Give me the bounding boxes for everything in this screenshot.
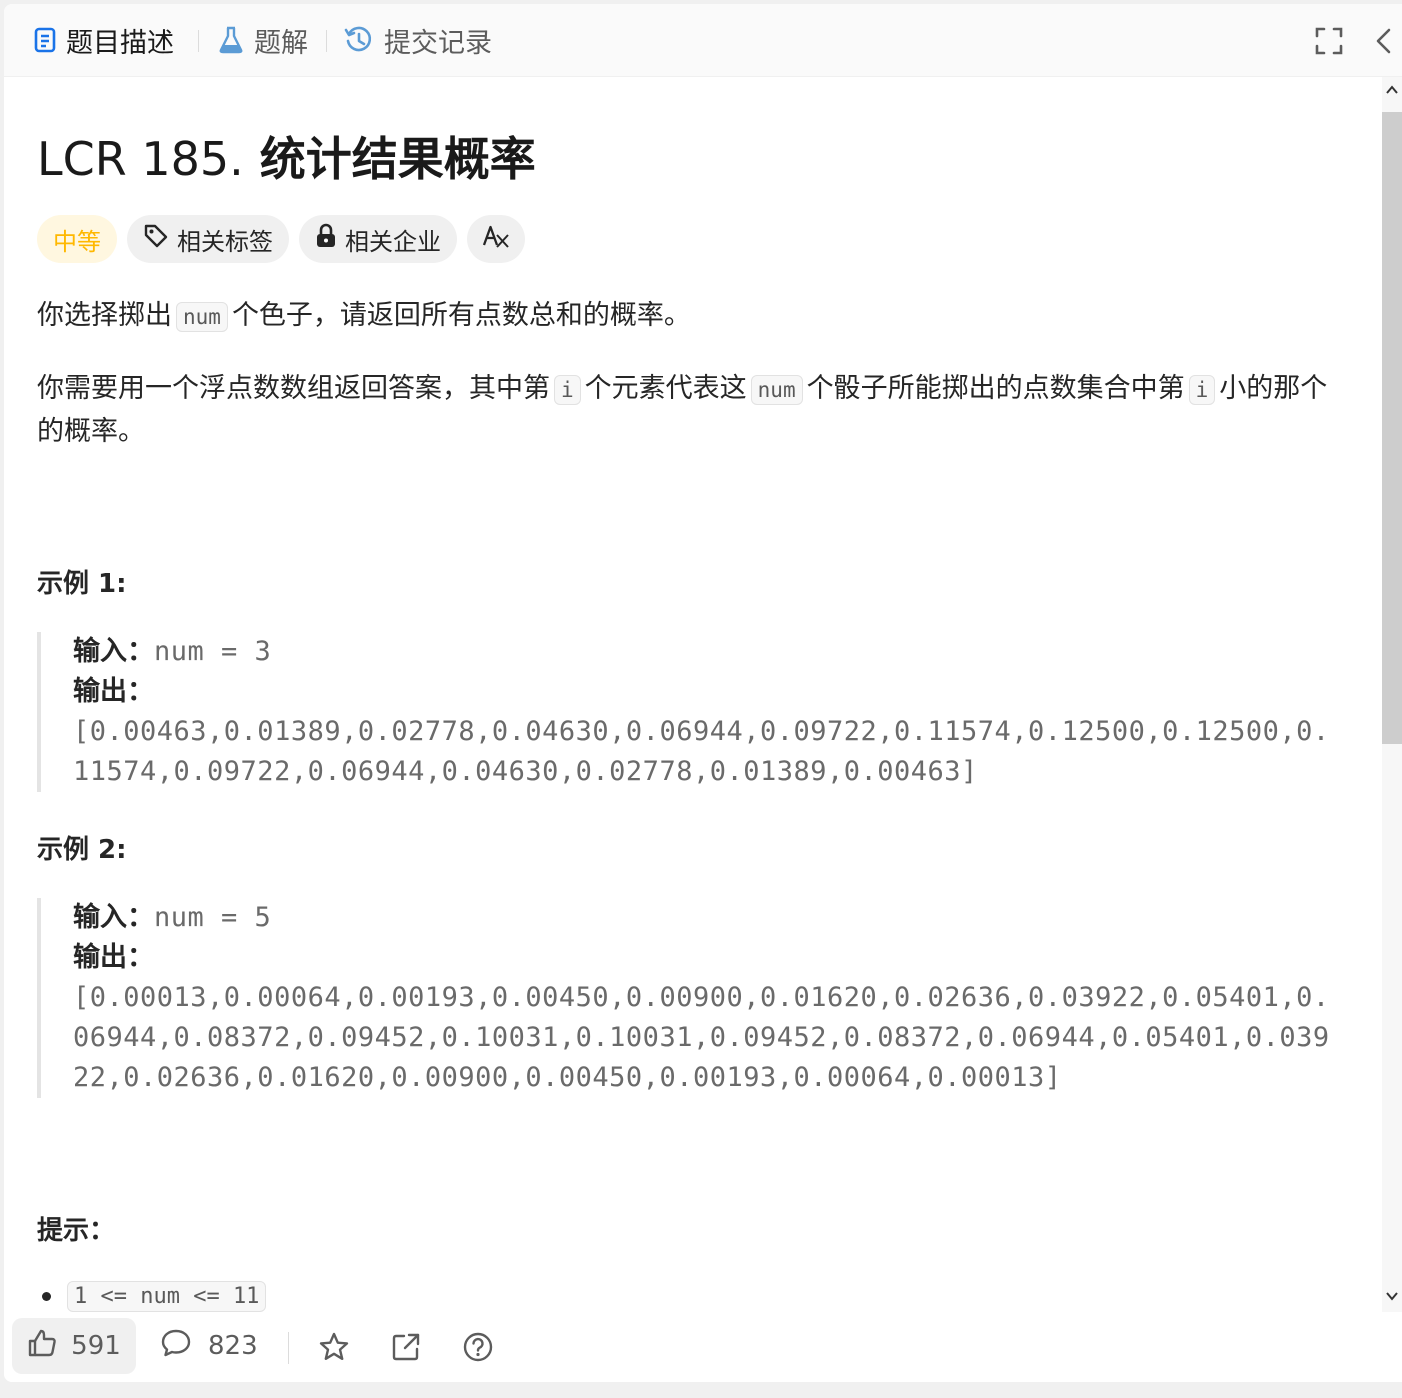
like-button[interactable]: 591 [12, 1318, 136, 1374]
description-paragraph: 你需要用一个浮点数数组返回答案，其中第 i 个元素代表这 num 个骰子所能掷出的点数集… [37, 368, 1347, 453]
problem-content[interactable]: LCR 185. 统计结果概率 中等 相关标签 相关企业 你选择掷出 num 个… [4, 77, 1382, 1312]
tab-submissions[interactable]: 提交记录 [344, 22, 492, 59]
fullscreen-icon[interactable] [1314, 26, 1344, 56]
tab-bar: 题目描述 题解 提交记录 [4, 4, 1402, 77]
tag-icon [143, 223, 169, 255]
translate-button[interactable] [467, 215, 525, 263]
thumbs-up-icon [27, 1328, 57, 1365]
action-divider [288, 1332, 289, 1364]
tab-divider [326, 30, 327, 52]
scroll-up-icon[interactable] [1385, 83, 1399, 97]
output-label: 输出： [73, 942, 154, 973]
problem-name: 统计结果概率 [259, 132, 536, 186]
like-count: 591 [71, 1331, 121, 1361]
example-output: [0.00013,0.00064,0.00193,0.00450,0.00900… [73, 982, 1330, 1093]
hints-heading: 提示： [37, 1216, 116, 1246]
related-companies-label: 相关企业 [345, 227, 441, 256]
description-text: 你需要用一个浮点数数组返回答案，其中第 [37, 373, 550, 404]
related-tags-button[interactable]: 相关标签 [127, 215, 289, 263]
tab-solutions-label: 题解 [254, 27, 308, 59]
difficulty-label: 中等 [53, 227, 101, 256]
comments-button[interactable]: 823 [160, 1318, 258, 1374]
inline-code: i [1188, 375, 1216, 405]
input-label: 输入： [73, 902, 154, 933]
tab-divider [198, 30, 199, 52]
comment-count: 823 [208, 1331, 258, 1361]
description-text: 个骰子所能掷出的点数集合中第 [806, 373, 1185, 404]
example-output: [0.00463,0.01389,0.02778,0.04630,0.06944… [73, 716, 1330, 787]
scrollbar-thumb[interactable] [1382, 112, 1402, 744]
tab-description-label: 题目描述 [66, 27, 174, 59]
description-paragraph: 你选择掷出 num 个色子，请返回所有点数总和的概率。 [37, 295, 1347, 338]
translate-icon [482, 223, 510, 255]
hint-item: 1 <= num <= 11 [42, 1281, 267, 1312]
example-1-heading: 示例 1: [37, 569, 127, 599]
inline-code: i [554, 375, 581, 405]
document-icon [34, 27, 56, 53]
star-icon[interactable] [318, 1331, 350, 1363]
problem-panel: 题目描述 题解 提交记录 LCR 185. 统计结果概率 中等 相关标签 相关企… [4, 4, 1402, 1382]
problem-number: LCR 185. [37, 132, 244, 186]
scroll-down-icon[interactable] [1385, 1289, 1399, 1303]
difficulty-badge: 中等 [37, 215, 117, 263]
bullet [42, 1292, 51, 1301]
example-2-block: 输入：num = 5 输出： [0.00013,0.00064,0.00193,… [37, 898, 1382, 1098]
help-icon[interactable] [462, 1331, 494, 1363]
comment-icon [160, 1328, 192, 1365]
history-icon [344, 25, 374, 55]
tab-solutions[interactable]: 题解 [218, 22, 308, 59]
tab-submissions-label: 提交记录 [384, 27, 492, 59]
tab-description[interactable]: 题目描述 [34, 22, 174, 59]
lock-icon [315, 223, 337, 255]
collapse-left-icon[interactable] [1372, 26, 1402, 56]
action-bar: 591 823 [4, 1312, 1402, 1382]
flask-icon [218, 26, 244, 54]
example-input: num = 3 [154, 636, 272, 667]
hint-code: 1 <= num <= 11 [67, 1281, 267, 1312]
scrollbar[interactable] [1382, 77, 1402, 1312]
description-text: 个色子，请返回所有点数总和的概率。 [231, 300, 691, 331]
share-icon[interactable] [390, 1331, 422, 1363]
output-label: 输出： [73, 676, 154, 707]
example-input: num = 5 [154, 902, 272, 933]
description-text: 你选择掷出 [37, 300, 172, 331]
inline-code: num [750, 375, 803, 405]
example-1-block: 输入：num = 3 输出： [0.00463,0.01389,0.02778,… [37, 632, 1382, 792]
problem-chips: 中等 相关标签 相关企业 [37, 215, 525, 263]
example-2-heading: 示例 2: [37, 835, 127, 865]
problem-title: LCR 185. 统计结果概率 [37, 123, 536, 189]
related-companies-button[interactable]: 相关企业 [299, 215, 457, 263]
inline-code: num [176, 302, 228, 332]
description-text: 个元素代表这 [584, 373, 747, 404]
related-tags-label: 相关标签 [177, 227, 273, 256]
input-label: 输入： [73, 636, 154, 667]
